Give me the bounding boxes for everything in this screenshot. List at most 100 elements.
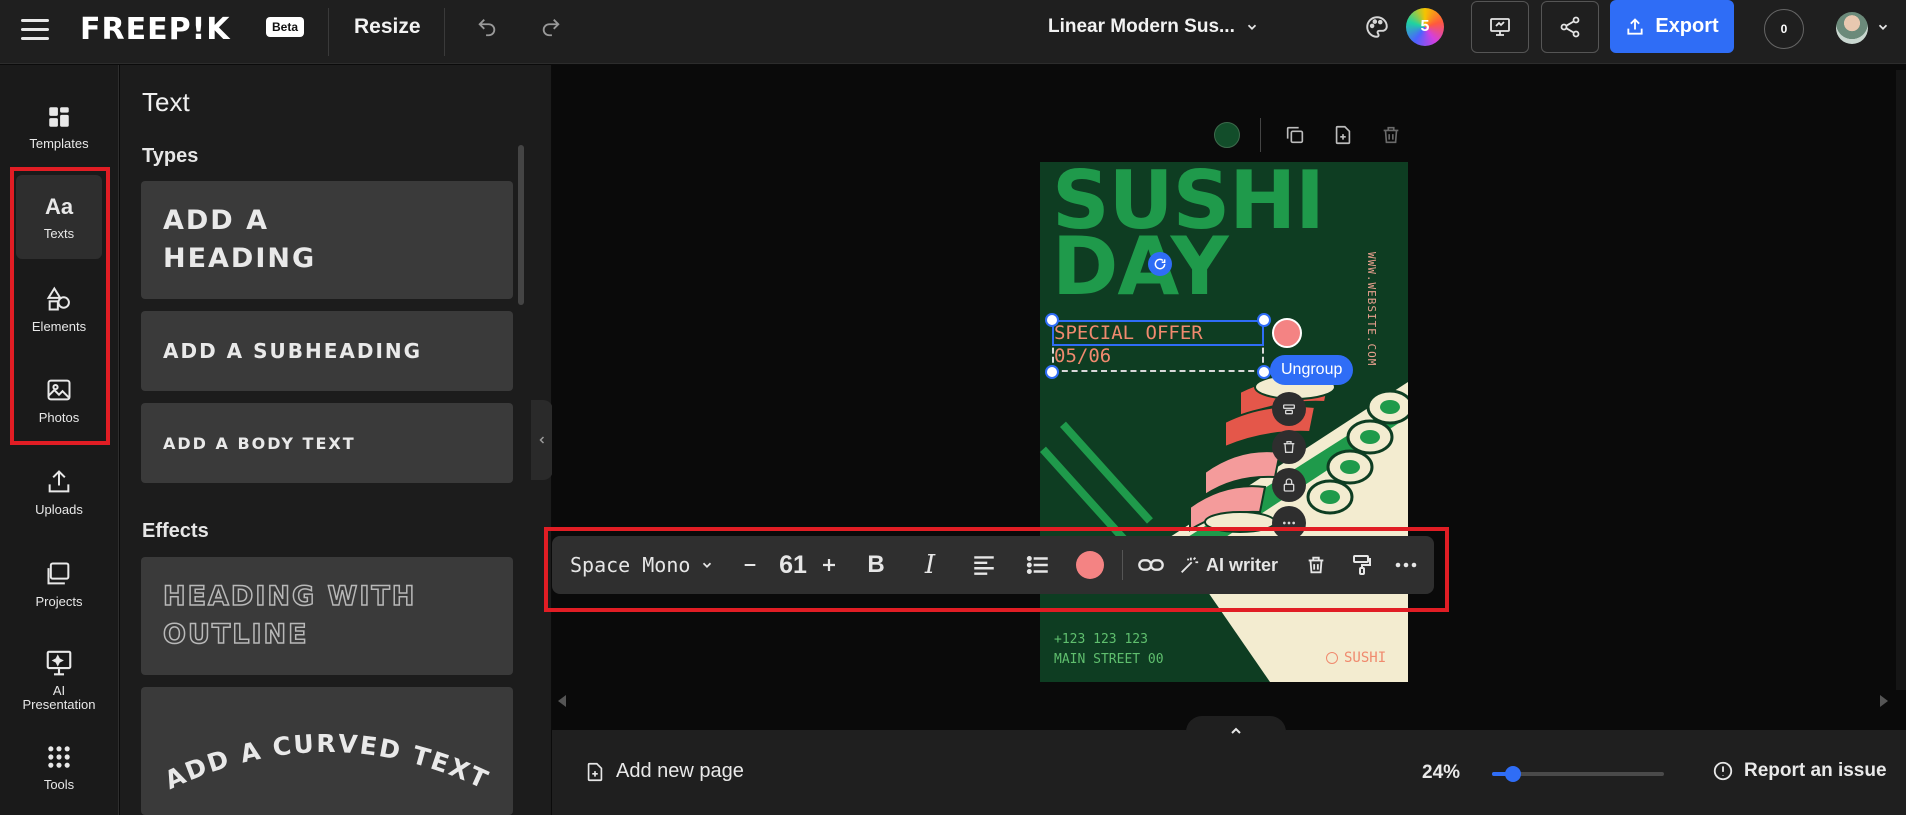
add-body-text-label: ADD A BODY TEXT <box>163 433 356 453</box>
undo-icon[interactable] <box>472 12 502 42</box>
share-button[interactable] <box>1541 1 1599 53</box>
top-bar: FREEP!K Beta Resize Linear Modern Sus...… <box>0 0 1906 64</box>
resize-handle[interactable] <box>1257 365 1271 379</box>
curved-text-card[interactable]: ADD A CURVED TEXT <box>141 687 513 815</box>
collaborators-badge[interactable]: 5 <box>1406 8 1444 46</box>
add-heading-card[interactable]: ADD A HEADING <box>141 181 513 299</box>
special-offer-text[interactable]: SPECIAL OFFER 05/06 <box>1054 322 1203 368</box>
add-subheading-card[interactable]: ADD A SUBHEADING <box>141 311 513 391</box>
apps-icon <box>48 745 70 768</box>
plus-icon <box>823 559 835 571</box>
page-color-swatch[interactable] <box>1214 122 1240 148</box>
ai-writer-label: AI writer <box>1206 554 1279 575</box>
expand-pages-button[interactable] <box>1186 716 1286 746</box>
font-family-select[interactable]: Space Mono <box>570 536 714 594</box>
curved-text-label: ADD A CURVED TEXT <box>160 729 491 795</box>
increase-size-button[interactable] <box>816 536 842 594</box>
types-title: Types <box>142 145 199 167</box>
poster-address: MAIN STREET 00 <box>1054 652 1164 667</box>
vertical-scrollbar[interactable] <box>1896 70 1906 690</box>
resize-button[interactable]: Resize <box>354 15 421 39</box>
decrease-size-button[interactable] <box>738 536 762 594</box>
chevron-left-icon <box>539 436 545 444</box>
grid-icon <box>49 106 69 127</box>
notifications-counter[interactable]: 0 <box>1764 9 1804 49</box>
export-button[interactable]: Export <box>1610 0 1734 53</box>
rail-item-label: Tools <box>43 776 75 792</box>
bold-icon[interactable]: B <box>856 536 896 594</box>
chevron-down-icon <box>1247 24 1256 30</box>
poster-title[interactable]: SUSHI DAY <box>1052 162 1325 306</box>
rail-item-templates[interactable]: Templates <box>16 85 102 169</box>
curved-text-art: ADD A CURVED TEXT <box>160 729 491 795</box>
zoom-slider-handle[interactable] <box>1505 766 1521 782</box>
panel-scrollbar[interactable] <box>518 145 524 305</box>
magic-wand-icon <box>1181 557 1199 573</box>
heading-with-outline-card[interactable]: HEADING WITH OUTLINE <box>141 557 513 675</box>
document-title-text: Linear Modern Sus... <box>1048 16 1235 37</box>
document-title[interactable]: Linear Modern Sus... <box>1048 16 1259 38</box>
chevron-down-icon[interactable] <box>1876 20 1890 34</box>
font-size-input[interactable]: 61 <box>772 536 814 594</box>
rail-item-uploads[interactable]: Uploads <box>16 450 102 534</box>
rail-item-ai-presentation[interactable]: AI Presentation <box>16 633 102 727</box>
beta-badge: Beta <box>266 17 305 37</box>
info-icon <box>1713 761 1733 781</box>
divider <box>328 8 329 56</box>
add-body-text-card[interactable]: ADD A BODY TEXT <box>141 403 513 483</box>
collapse-panel-button[interactable] <box>531 400 553 480</box>
resize-handle[interactable] <box>1257 313 1271 327</box>
poster-phone: +123 123 123 <box>1054 632 1148 647</box>
present-button[interactable] <box>1471 1 1529 53</box>
upload-icon <box>48 469 70 492</box>
more-options-icon[interactable] <box>1388 536 1424 594</box>
offer-line1: SPECIAL OFFER <box>1054 322 1203 344</box>
resize-handle[interactable] <box>1045 365 1059 379</box>
scroll-right-icon[interactable] <box>1878 694 1890 708</box>
text-panel: Text Types ADD A HEADING ADD A SUBHEADIN… <box>120 65 551 815</box>
freepik-logo[interactable]: FREEP!K <box>80 12 231 47</box>
redo-icon[interactable] <box>536 12 566 42</box>
font-family-label: Space Mono <box>570 553 691 577</box>
rail-item-label: Projects <box>35 593 83 609</box>
minus-icon <box>744 564 756 566</box>
text-color-button[interactable] <box>1074 536 1106 594</box>
poster-contact[interactable]: +123 123 123 MAIN STREET 00 <box>1054 630 1164 670</box>
resize-handle[interactable] <box>1045 313 1059 327</box>
chevron-up-icon <box>1231 727 1241 734</box>
rail-item-label: AI Presentation <box>22 683 96 712</box>
add-new-page-button[interactable]: Add new page <box>584 760 744 783</box>
rail-item-label: Uploads <box>35 501 83 517</box>
report-issue-button[interactable]: Report an issue <box>1712 760 1887 782</box>
paint-roller-icon[interactable] <box>1344 536 1380 594</box>
report-issue-label: Report an issue <box>1744 760 1887 781</box>
upload-icon <box>1627 17 1643 35</box>
lock-icon[interactable] <box>1272 468 1306 502</box>
trash-icon[interactable] <box>1272 430 1306 464</box>
delete-page-icon[interactable] <box>1378 122 1404 148</box>
palette-icon[interactable] <box>1360 10 1394 44</box>
italic-icon[interactable]: I <box>910 536 950 594</box>
layer-icon[interactable] <box>1272 392 1306 426</box>
delete-icon[interactable] <box>1298 536 1334 594</box>
poster-website[interactable]: WWW.WEBSITE.COM <box>1365 252 1378 366</box>
ai-writer-button[interactable]: AI writer <box>1178 536 1278 594</box>
element-color-swatch[interactable] <box>1272 318 1302 348</box>
user-avatar[interactable] <box>1836 12 1868 44</box>
menu-icon[interactable] <box>18 12 52 46</box>
rail-item-label: Templates <box>29 135 89 151</box>
list-icon[interactable] <box>1018 536 1058 594</box>
poster-brand[interactable]: SUSHI <box>1326 650 1386 666</box>
rail-item-tools[interactable]: Tools <box>16 725 102 809</box>
zoom-level[interactable]: 24% <box>1422 762 1460 784</box>
ungroup-button[interactable]: Ungroup <box>1270 355 1354 385</box>
link-icon[interactable] <box>1126 536 1176 594</box>
scroll-left-icon[interactable] <box>556 694 568 708</box>
rotate-handle-icon[interactable] <box>1148 252 1172 276</box>
add-heading-label: ADD A HEADING <box>163 205 317 274</box>
circle-icon <box>1326 652 1338 664</box>
add-page-icon[interactable] <box>1330 122 1356 148</box>
duplicate-page-icon[interactable] <box>1282 122 1308 148</box>
rail-item-projects[interactable]: Projects <box>16 542 102 626</box>
align-left-icon[interactable] <box>964 536 1004 594</box>
